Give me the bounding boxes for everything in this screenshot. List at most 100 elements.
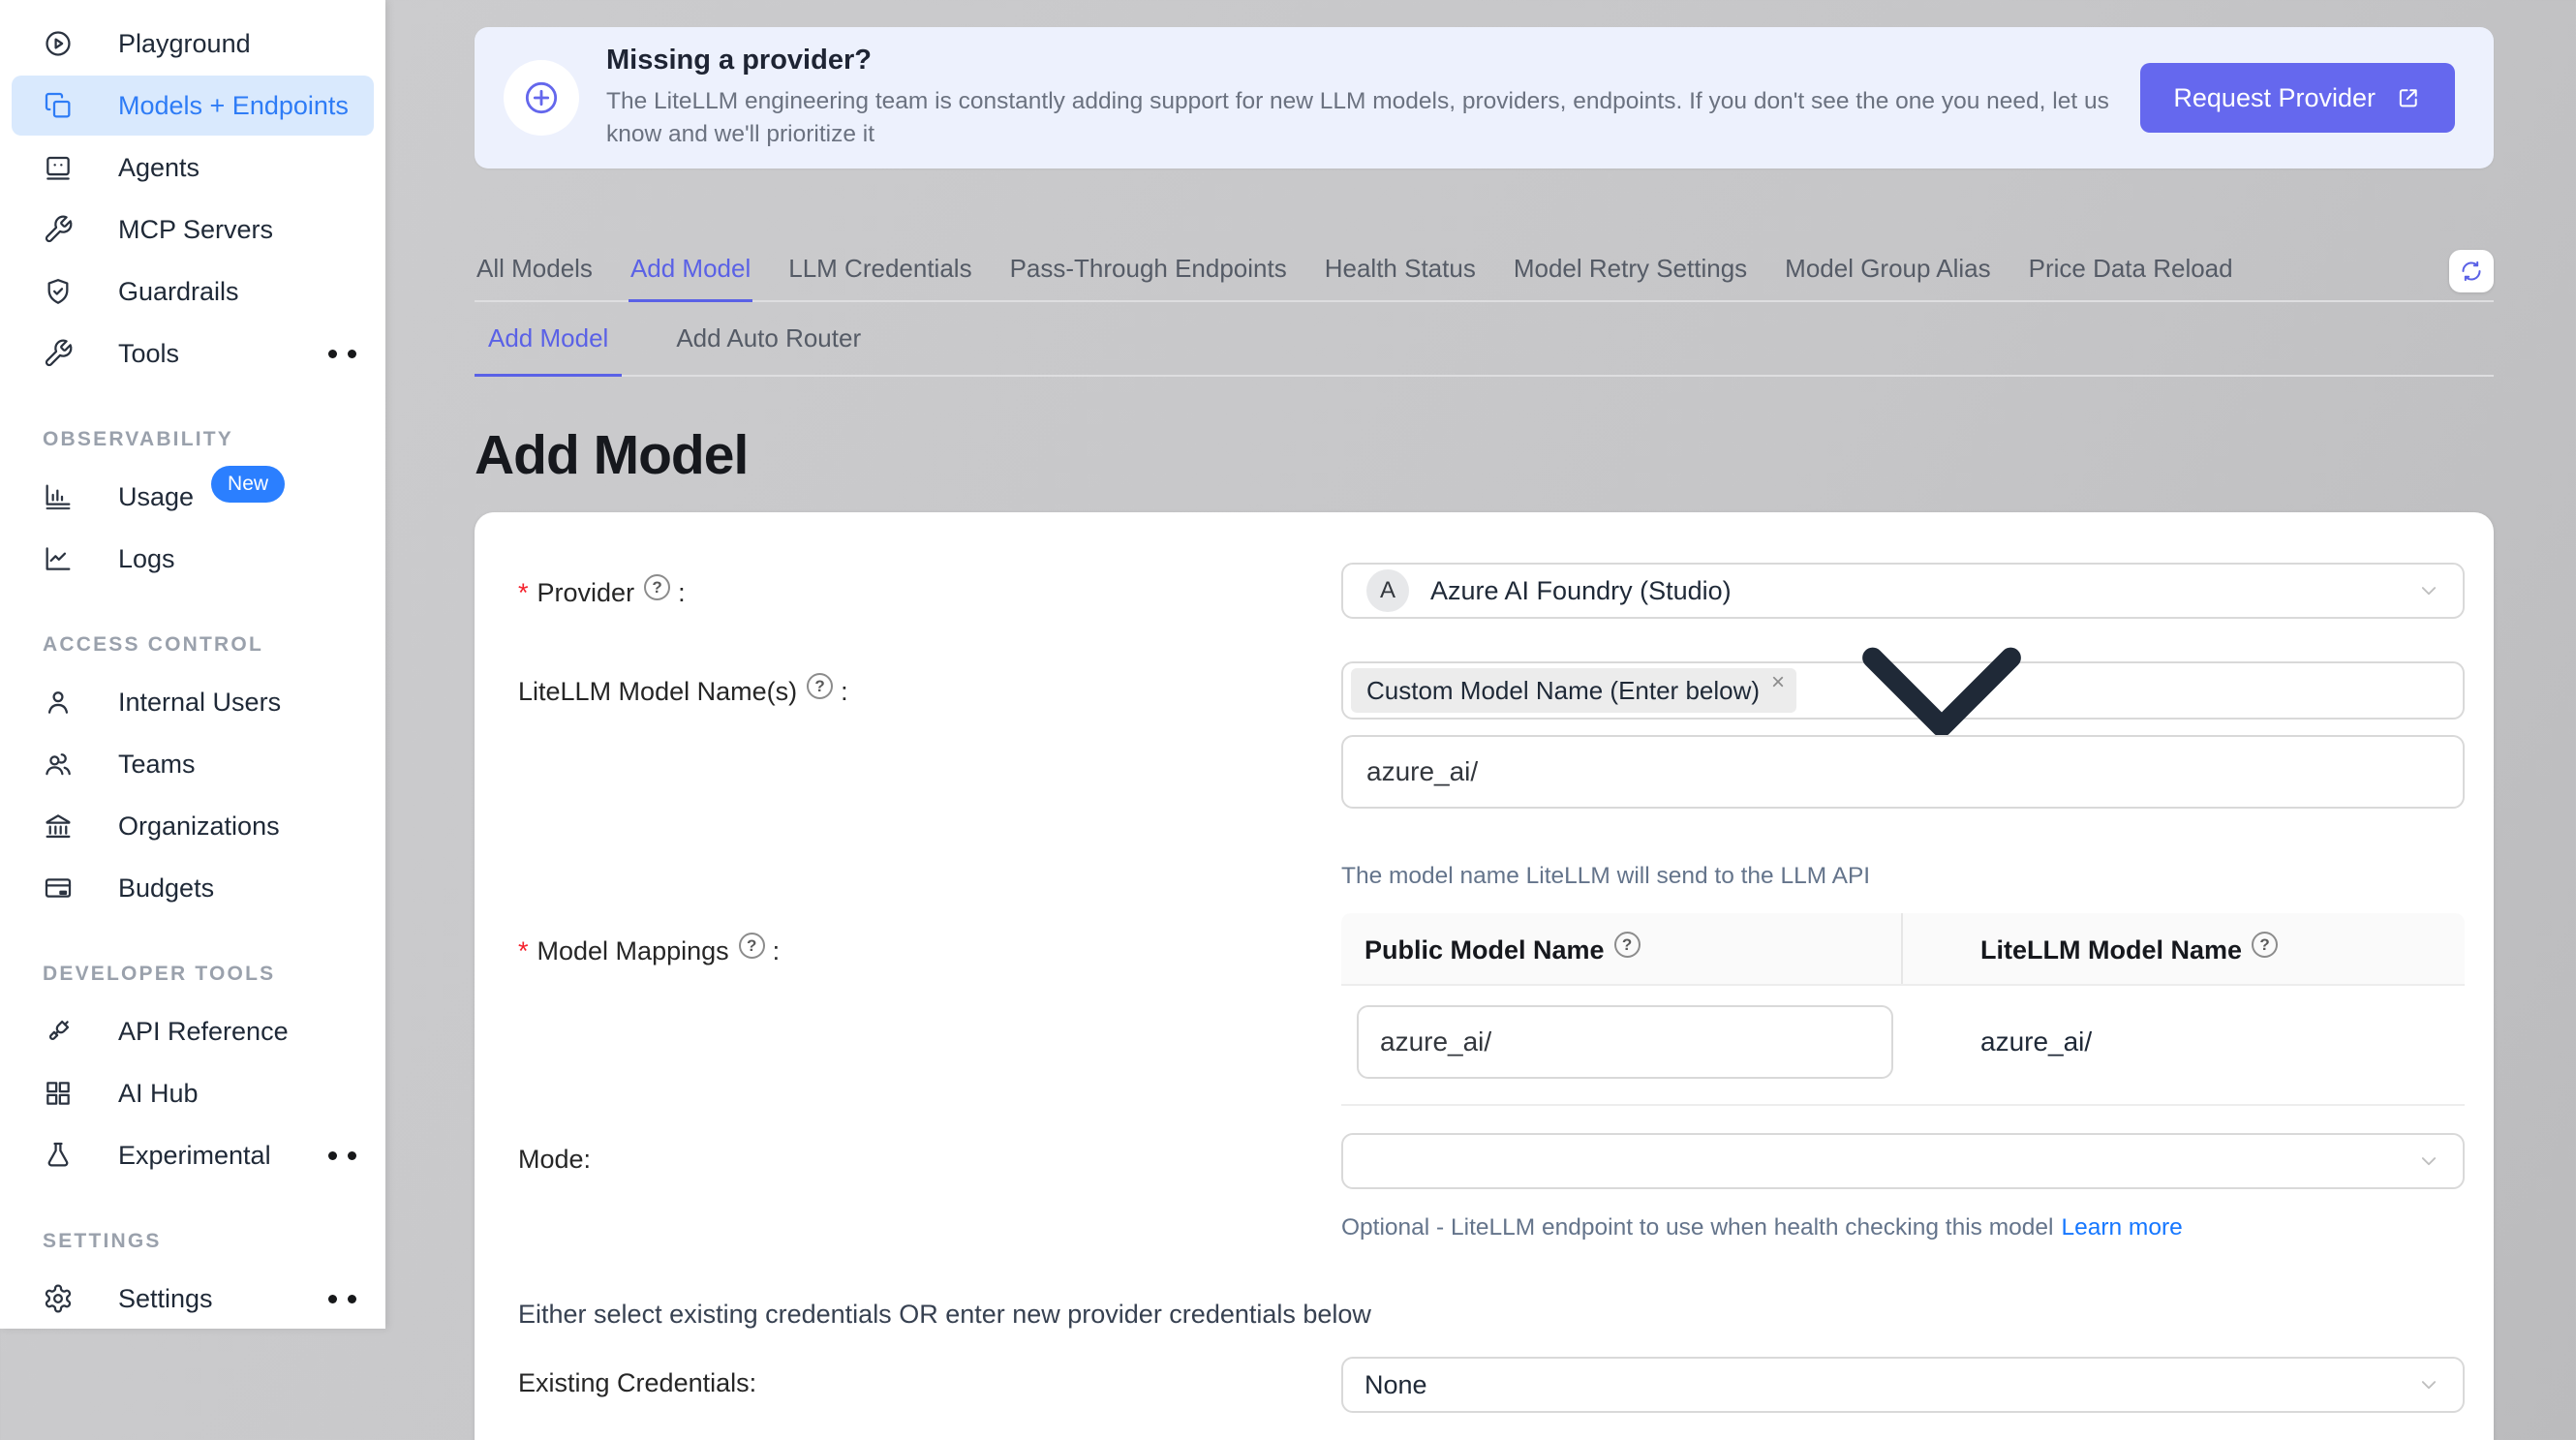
sidebar-item-settings[interactable]: Settings (12, 1269, 374, 1329)
sidebar-item-label: Logs (118, 544, 175, 574)
model-names-multiselect[interactable]: Custom Model Name (Enter below) × (1341, 661, 2465, 720)
sidebar-item-organizations[interactable]: Organizations (12, 796, 374, 856)
credit-card-icon (43, 873, 74, 904)
sidebar-item-playground[interactable]: Playground (12, 14, 374, 74)
public-model-name-help-icon[interactable]: ? (1614, 932, 1641, 958)
litellm-model-name-help-icon[interactable]: ? (2252, 932, 2278, 958)
tab-all-models[interactable]: All Models (475, 254, 595, 300)
provider-avatar: A (1366, 569, 1409, 612)
sidebar-item-ai-hub[interactable]: AI Hub (12, 1063, 374, 1123)
model-names-row: LiteLLM Model Name(s)?: Custom Model Nam… (518, 661, 2465, 890)
robot-icon (43, 152, 74, 183)
tab-add-model[interactable]: Add Model (629, 254, 752, 300)
model-tabs-bar: All Models Add Model LLM Credentials Pass-T… (475, 254, 2494, 302)
sidebar-item-label: Internal Users (118, 688, 281, 718)
mode-label: Mode: (518, 1133, 1341, 1175)
sidebar-item-label: Tools (118, 339, 179, 369)
sidebar-nav: Playground Models + Endpoints Agents MCP Se… (0, 14, 385, 1329)
required-marker: * (518, 936, 529, 965)
tab-model-group-alias[interactable]: Model Group Alias (1783, 254, 1992, 300)
model-names-help-icon[interactable]: ? (807, 673, 833, 699)
request-provider-button[interactable]: Request Provider (2140, 63, 2455, 133)
sidebar-item-models-endpoints[interactable]: Models + Endpoints (12, 76, 374, 136)
public-model-name-input[interactable] (1357, 1005, 1893, 1079)
user-icon (43, 687, 74, 718)
section-label-observability: OBSERVABILITY (43, 428, 385, 451)
refresh-button[interactable] (2449, 250, 2494, 292)
overflow-dots[interactable] (319, 350, 356, 358)
grid-icon (43, 1078, 74, 1109)
subtab-add-model[interactable]: Add Model (475, 302, 622, 375)
table-row: azure_ai/ (1341, 986, 2465, 1106)
main-content: Missing a provider? The LiteLLM engineer… (475, 0, 2494, 1440)
overlap-squares-icon (43, 90, 74, 121)
selected-model-tag-label: Custom Model Name (Enter below) (1366, 676, 1760, 706)
existing-credentials-value: None (1365, 1370, 1427, 1400)
sidebar-item-label: Teams (118, 750, 196, 780)
tab-health-status[interactable]: Health Status (1323, 254, 1478, 300)
banner-title: Missing a provider? (606, 45, 2140, 77)
sidebar-item-budgets[interactable]: Budgets (12, 858, 374, 918)
external-link-icon (2395, 84, 2422, 111)
sidebar-item-label: Organizations (118, 812, 280, 842)
sidebar: Playground Models + Endpoints Agents MCP Se… (0, 0, 385, 1329)
sidebar-item-internal-users[interactable]: Internal Users (12, 672, 374, 732)
custom-model-name-input[interactable] (1341, 735, 2465, 809)
learn-more-link[interactable]: Learn more (2061, 1214, 2182, 1241)
section-label-access-control: ACCESS CONTROL (43, 633, 385, 657)
sidebar-item-label: Budgets (118, 873, 214, 904)
tab-pass-through-endpoints[interactable]: Pass-Through Endpoints (1008, 254, 1289, 300)
provider-help-icon[interactable]: ? (644, 574, 670, 600)
chevron-down-icon (2416, 1372, 2441, 1397)
tab-price-data-reload[interactable]: Price Data Reload (2027, 254, 2235, 300)
sidebar-item-label: Agents (118, 153, 199, 183)
request-provider-label: Request Provider (2173, 83, 2376, 113)
play-circle-icon (43, 28, 74, 59)
tab-llm-credentials[interactable]: LLM Credentials (786, 254, 973, 300)
sidebar-item-logs[interactable]: Logs (12, 529, 374, 589)
sidebar-item-tools[interactable]: Tools (12, 323, 374, 383)
column-header-litellm-model-name: LiteLLM Model Name? (1903, 913, 2465, 984)
sidebar-item-label: API Reference (118, 1017, 289, 1047)
plus-circle-icon (504, 60, 579, 136)
model-mappings-row: *Model Mappings?: Public Model Name? Lit… (518, 913, 2465, 1106)
sidebar-item-experimental[interactable]: Experimental (12, 1125, 374, 1185)
sidebar-item-label: MCP Servers (118, 215, 273, 245)
add-model-form-card: *Provider?: A Azure AI Foundry (Studio) … (475, 512, 2494, 1440)
overflow-dots[interactable] (319, 1151, 356, 1160)
users-icon (43, 749, 74, 780)
sidebar-item-guardrails[interactable]: Guardrails (12, 261, 374, 322)
model-mappings-help-icon[interactable]: ? (739, 933, 765, 959)
public-model-name-cell (1341, 1005, 1903, 1079)
sidebar-item-label: Experimental (118, 1141, 271, 1171)
sidebar-item-mcp-servers[interactable]: MCP Servers (12, 199, 374, 260)
sidebar-item-label: Guardrails (118, 277, 239, 307)
sync-icon (2458, 258, 2485, 285)
sidebar-item-api-reference[interactable]: API Reference (12, 1001, 374, 1061)
mode-row: Mode: Optional - LiteLLM endpoint to use… (518, 1133, 2465, 1241)
sidebar-item-label: Settings (118, 1284, 213, 1314)
sidebar-item-agents[interactable]: Agents (12, 138, 374, 198)
wrench-icon (43, 214, 74, 245)
api-plug-icon (43, 1016, 74, 1047)
existing-credentials-select[interactable]: None (1341, 1357, 2465, 1413)
sidebar-item-usage[interactable]: Usage New (12, 467, 374, 527)
overflow-dots[interactable] (319, 1295, 356, 1303)
selected-model-tag[interactable]: Custom Model Name (Enter below) × (1351, 668, 1796, 713)
table-header-row: Public Model Name? LiteLLM Model Name? (1341, 913, 2465, 986)
sidebar-item-label: Usage (118, 482, 194, 512)
sidebar-item-label: Playground (118, 29, 251, 59)
sidebar-item-label: AI Hub (118, 1079, 199, 1109)
close-icon[interactable]: × (1771, 671, 1785, 694)
banner-text: Missing a provider? The LiteLLM engineer… (606, 45, 2140, 151)
column-header-public-model-name: Public Model Name? (1341, 913, 1903, 984)
sidebar-item-label: Models + Endpoints (118, 91, 349, 121)
provider-row: *Provider?: A Azure AI Foundry (Studio) (518, 563, 2465, 619)
mode-select[interactable] (1341, 1133, 2465, 1189)
subtab-add-auto-router[interactable]: Add Auto Router (662, 302, 874, 375)
chevron-down-icon (2416, 1149, 2441, 1174)
new-badge: New (211, 466, 285, 503)
sidebar-item-teams[interactable]: Teams (12, 734, 374, 794)
line-chart-icon (43, 543, 74, 574)
tab-model-retry-settings[interactable]: Model Retry Settings (1512, 254, 1749, 300)
